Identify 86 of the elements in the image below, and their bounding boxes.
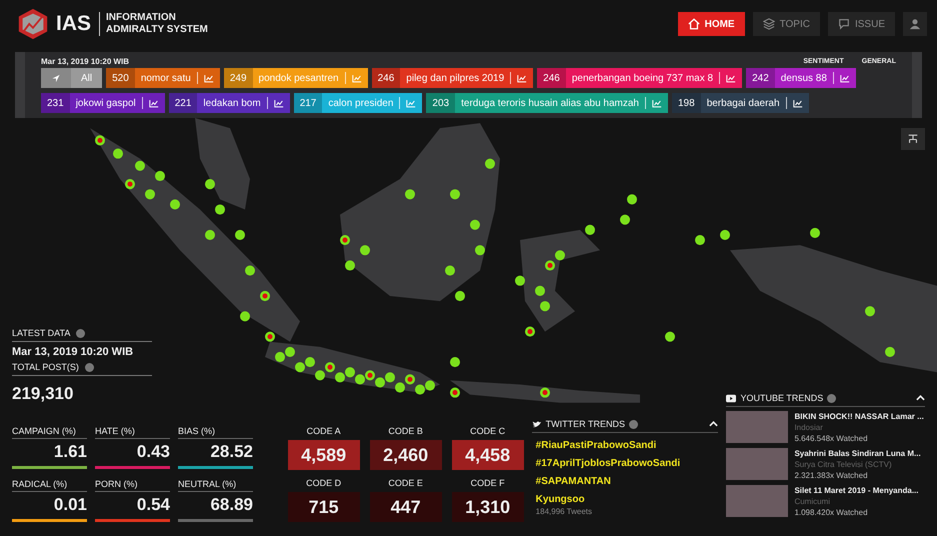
user-button[interactable]	[903, 12, 927, 36]
topic-tag[interactable]: 221 ledakan bom	[168, 93, 290, 113]
home-icon	[688, 18, 700, 30]
trend-chart-icon	[840, 74, 850, 82]
code-value: 4,458	[452, 440, 524, 470]
trend-chart-icon	[726, 74, 736, 82]
topic-tag[interactable]: 231 jokowi gaspol	[41, 93, 165, 113]
code-label: CODE E	[387, 478, 424, 488]
filter-date: Mar 13, 2019 10:20 WIB	[41, 56, 130, 66]
trend-chart-icon	[148, 98, 159, 108]
user-icon	[909, 18, 921, 30]
trend-chart-icon	[274, 98, 284, 108]
trend-hashtag-link[interactable]: #RiauPastiPrabowoSandi	[536, 439, 714, 453]
code-label: CODE D	[305, 478, 342, 488]
code-value: 4,589	[288, 440, 360, 470]
trend-chart-icon	[204, 74, 214, 82]
topic-tag[interactable]: 198 berbagai daerah	[672, 93, 809, 113]
trend-hashtag-link[interactable]: #SAPAMANTAN	[536, 475, 714, 489]
code-label: CODE F	[470, 478, 506, 488]
tweet-count: 184,996 Tweets	[536, 507, 594, 516]
brand-tagline: ADMIRALTY SYSTEM	[106, 24, 208, 36]
chat-icon	[838, 18, 850, 30]
play-icon	[726, 394, 736, 402]
cube-logo-icon	[16, 7, 50, 41]
brand-name: IAS	[56, 12, 100, 36]
video-channel: Cumicumi	[794, 496, 831, 507]
topic-tag[interactable]: 246 penerbangan boeing 737 max 8	[537, 68, 742, 88]
layers-icon	[762, 18, 775, 30]
total-posts-value: 219,310	[12, 383, 74, 404]
video-views: 1.098.420x Watched	[794, 507, 869, 518]
metric-value: 0.43	[136, 441, 170, 463]
video-title-link[interactable]: Syahrini Balas Sindiran Luna M...	[794, 448, 921, 459]
trend-hashtag-link[interactable]: Kyungsoo	[536, 493, 714, 507]
metric-value: 0.01	[52, 494, 87, 516]
topic-tag[interactable]: 242 densus 88	[746, 68, 856, 88]
video-thumbnail-placeholder[interactable]	[726, 448, 788, 480]
video-views: 2.321.383x Watched	[794, 470, 869, 481]
code-label: CODE B	[387, 426, 424, 436]
code-label: CODE C	[469, 426, 506, 436]
twitter-trends-title: TWITTER TRENDS	[546, 419, 626, 429]
location-arrow-icon	[51, 74, 61, 82]
topic-tag[interactable]: 217 calon presiden	[294, 93, 422, 113]
video-views: 5.646.548x Watched	[794, 433, 869, 444]
topic-tag[interactable]: 203 terduga teroris husain alias abu hamzah	[426, 93, 668, 113]
code-value: 2,460	[370, 440, 442, 470]
trend-chart-icon	[652, 98, 662, 108]
trend-chart-icon	[792, 98, 803, 108]
bird-icon	[532, 420, 542, 428]
video-thumbnail-placeholder[interactable]	[726, 411, 788, 443]
metric-label: HATE (%)	[95, 426, 170, 439]
trend-chart-icon	[406, 98, 416, 108]
fullscreen-button[interactable]	[901, 128, 925, 150]
video-channel: Indosiar	[794, 422, 824, 433]
latest-data-value: Mar 13, 2019 10:20 WIB	[12, 345, 134, 358]
code-label: CODE A	[306, 426, 342, 436]
collapse-caret-icon[interactable]	[916, 395, 925, 401]
metric-label: RADICAL (%)	[12, 479, 87, 492]
brand-tagline: INFORMATION	[106, 12, 177, 24]
video-title-link[interactable]: Silet 11 Maret 2019 - Menyanda...	[794, 485, 918, 496]
topic-tag[interactable]: 246 pileg dan pilpres 2019	[372, 68, 534, 88]
nav-tab[interactable]: TOPIC	[752, 12, 820, 36]
code-value: 1,310	[452, 492, 524, 522]
code-value: 715	[288, 492, 360, 522]
network-icon	[907, 132, 919, 146]
metric-label: CAMPAIGN (%)	[12, 426, 87, 439]
trend-chart-icon	[517, 74, 528, 82]
metric-value: 28.52	[209, 441, 253, 463]
youtube-trends-title: YOUTUBE TRENDS	[740, 393, 824, 403]
metric-label: NEUTRAL (%)	[178, 479, 253, 492]
total-posts-label: TOTAL POST(S)	[12, 362, 79, 372]
code-value: 447	[370, 492, 442, 522]
topic-tag[interactable]: 520 nomor satu	[106, 68, 220, 88]
metric-value: 0.54	[136, 494, 170, 516]
video-thumbnail-placeholder[interactable]	[726, 485, 788, 517]
trend-hashtag-link[interactable]: #17AprilTjoblosPrabowoSandi	[536, 457, 714, 471]
collapse-caret-icon[interactable]	[709, 421, 718, 427]
latest-data-label: LATEST DATA	[12, 328, 70, 338]
video-channel: Surya Citra Televisi (SCTV)	[794, 459, 893, 470]
nav-tab[interactable]: ISSUE	[828, 12, 895, 36]
metric-value: 68.89	[209, 494, 253, 516]
metric-value: 1.61	[52, 441, 87, 463]
metric-label: BIAS (%)	[178, 426, 253, 439]
video-title-link[interactable]: BIKIN SHOCK!! NASSAR Lamar ...	[794, 411, 924, 422]
metric-label: PORN (%)	[95, 479, 170, 492]
nav-tab[interactable]: HOME	[678, 12, 745, 36]
trend-chart-icon	[352, 74, 362, 82]
